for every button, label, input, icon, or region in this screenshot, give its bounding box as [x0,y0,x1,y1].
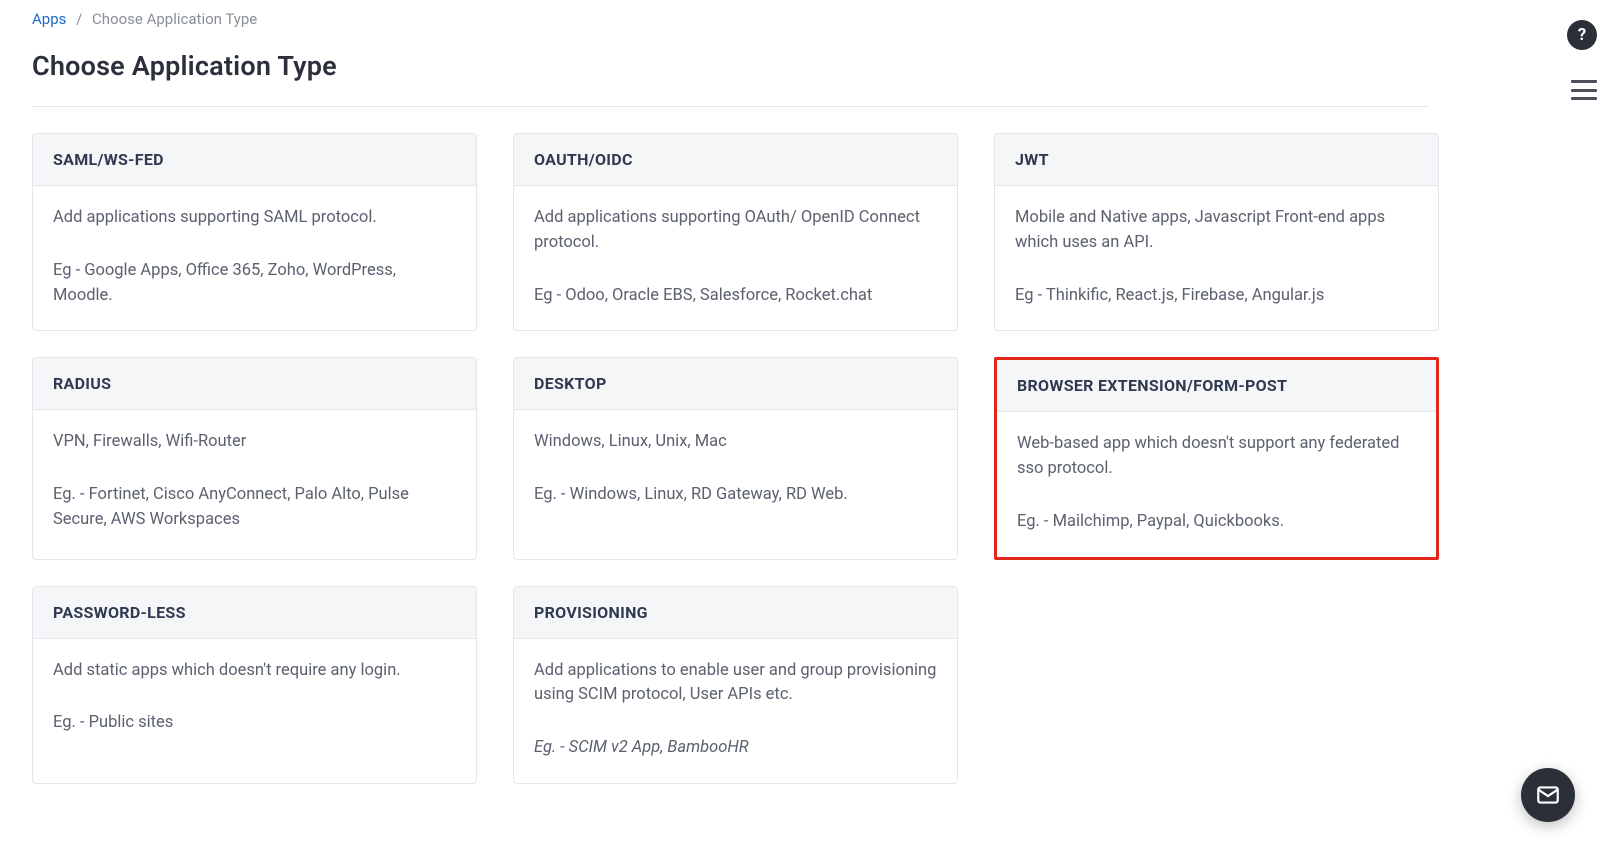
app-type-card[interactable]: RADIUS VPN, Firewalls, Wifi-Router Eg. - F… [32,357,477,559]
mail-icon [1535,782,1561,808]
breadcrumb-root-link[interactable]: Apps [32,10,66,28]
card-examples: Eg. - Mailchimp, Paypal, Quickbooks. [1017,510,1416,535]
card-examples: Eg. - SCIM v2 App, BambooHR [534,736,937,761]
main-content: Apps / Choose Application Type Choose Ap… [16,10,1445,784]
help-icon[interactable]: ? [1567,20,1597,50]
card-description: Web-based app which doesn't support any … [1017,432,1416,482]
card-body: Add applications to enable user and grou… [514,639,957,783]
app-type-card[interactable]: DESKTOP Windows, Linux, Unix, Mac Eg. - Wi… [513,357,958,559]
app-type-card[interactable]: BROWSER EXTENSION/FORM-POST Web-based app… [994,357,1439,559]
card-body: Mobile and Native apps, Javascript Front… [995,186,1438,330]
card-description: Windows, Linux, Unix, Mac [534,430,937,455]
card-body: Add static apps which doesn't require an… [33,639,476,783]
app-type-grid: SAML/WS-FED Add applications supporting S… [32,133,1429,784]
card-body: Windows, Linux, Unix, Mac Eg. - Windows, … [514,410,957,558]
card-description: Mobile and Native apps, Javascript Front… [1015,206,1418,256]
card-title: PROVISIONING [514,587,957,639]
contact-mail-button[interactable] [1521,768,1575,822]
app-type-card[interactable]: PROVISIONING Add applications to enable u… [513,586,958,784]
hamburger-menu-icon[interactable] [1571,80,1597,100]
breadcrumb-current: Choose Application Type [92,10,257,28]
card-examples: Eg - Odoo, Oracle EBS, Salesforce, Rocke… [534,284,937,309]
card-examples: Eg. - Windows, Linux, RD Gateway, RD Web… [534,483,937,508]
app-type-card[interactable]: SAML/WS-FED Add applications supporting S… [32,133,477,331]
card-title: PASSWORD-LESS [33,587,476,639]
card-title: SAML/WS-FED [33,134,476,186]
card-description: VPN, Firewalls, Wifi-Router [53,430,456,455]
card-description: Add applications supporting SAML protoco… [53,206,456,231]
card-description: Add static apps which doesn't require an… [53,659,456,684]
card-description: Add applications to enable user and grou… [534,659,937,709]
card-description: Add applications supporting OAuth/ OpenI… [534,206,937,256]
breadcrumb: Apps / Choose Application Type [32,10,1429,28]
divider [32,106,1429,107]
card-examples: Eg - Google Apps, Office 365, Zoho, Word… [53,259,456,309]
app-type-card[interactable]: OAUTH/OIDC Add applications supporting OA… [513,133,958,331]
card-examples: Eg - Thinkific, React.js, Firebase, Angu… [1015,284,1418,309]
card-title: JWT [995,134,1438,186]
card-body: Add applications supporting OAuth/ OpenI… [514,186,957,330]
card-examples: Eg. - Public sites [53,711,456,736]
card-body: Add applications supporting SAML protoco… [33,186,476,330]
app-type-card[interactable]: PASSWORD-LESS Add static apps which doesn… [32,586,477,784]
card-body: VPN, Firewalls, Wifi-Router Eg. - Fortine… [33,410,476,558]
breadcrumb-separator: / [76,10,82,28]
card-title: BROWSER EXTENSION/FORM-POST [997,360,1436,412]
app-type-card[interactable]: JWT Mobile and Native apps, Javascript Fr… [994,133,1439,331]
card-title: RADIUS [33,358,476,410]
card-body: Web-based app which doesn't support any … [997,412,1436,556]
card-title: OAUTH/OIDC [514,134,957,186]
card-title: DESKTOP [514,358,957,410]
page: Apps / Choose Application Type Choose Ap… [0,0,1615,862]
page-title: Choose Application Type [32,50,1429,82]
card-examples: Eg. - Fortinet, Cisco AnyConnect, Palo A… [53,483,456,533]
